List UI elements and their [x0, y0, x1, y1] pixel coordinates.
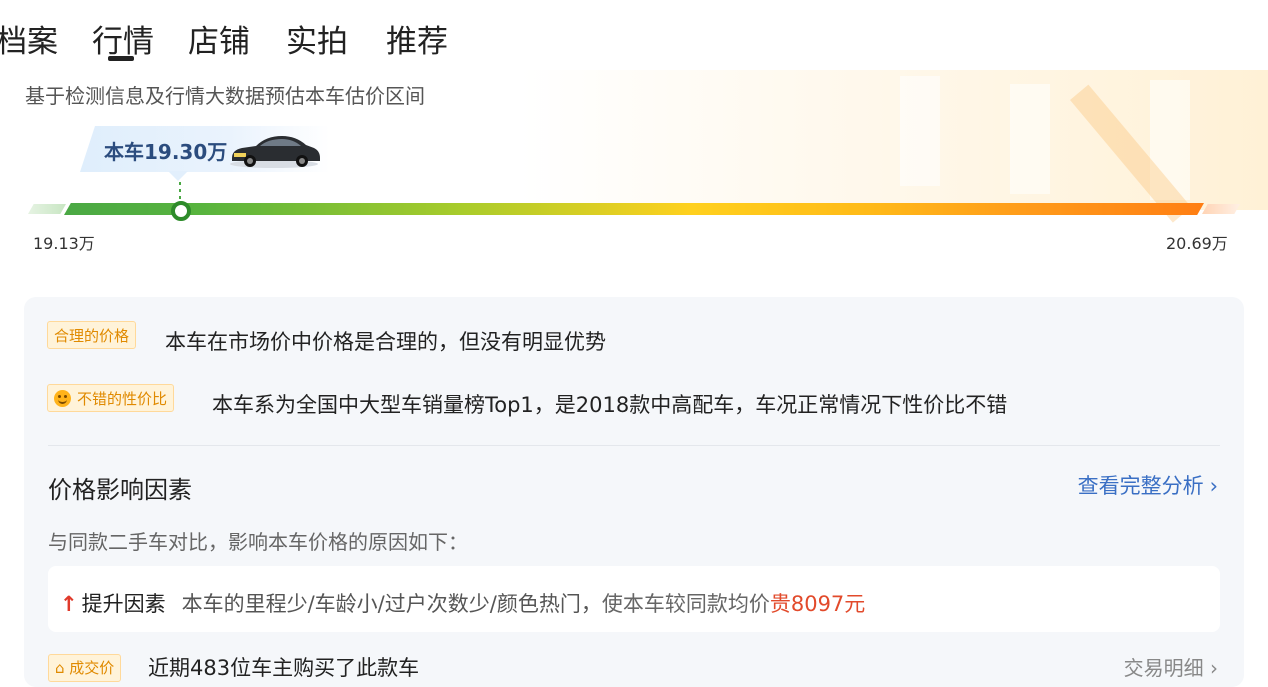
tab-market[interactable]: 行情: [92, 16, 154, 61]
increase-factor-row: ↑ 提升因素 本车的里程少/车龄小/过户次数少/颜色热门，使本车较同款均价贵8097…: [60, 588, 865, 618]
deal-price-badge: ⌂ 成交价: [48, 654, 122, 682]
price-factors-description: 与同款二手车对比，影响本车价格的原因如下：: [48, 530, 468, 554]
car-icon: [230, 136, 320, 168]
bar-right-cap: [1202, 204, 1240, 214]
reasonable-price-text: 本车在市场价中价格是合理的，但没有明显优势: [165, 330, 606, 354]
background-decoration: [900, 76, 940, 186]
tab-dealer[interactable]: 店铺: [188, 16, 250, 61]
smile-icon: [54, 390, 71, 407]
bar-gradient: [64, 203, 1204, 215]
estimate-subtitle: 基于检测信息及行情大数据预估本车估价区间: [25, 84, 425, 108]
active-tab-underline: [108, 56, 134, 61]
increase-factor-result: 使本车较同款均价: [601, 592, 770, 616]
transaction-details-link[interactable]: 交易明细 ›: [1124, 652, 1218, 681]
tab-photos[interactable]: 实拍: [286, 16, 348, 61]
range-max-label: 20.69万: [1166, 234, 1228, 253]
price-factors-title: 价格影响因素: [48, 476, 192, 504]
bubble-pointer: [168, 171, 188, 181]
value-badge: 不错的性价比: [47, 384, 175, 412]
chevron-right-icon: ›: [1209, 474, 1218, 498]
car-price-marker: [171, 201, 191, 221]
range-min-label: 19.13万: [33, 234, 95, 253]
arrow-up-icon: ↑: [60, 592, 78, 616]
increase-factor-items: 本车的里程少/车龄小/过户次数少/颜色热门，: [181, 592, 602, 616]
deal-row: ⌂ 成交价 近期483位车主购买了此款车 交易明细 ›: [48, 650, 1220, 682]
tab-archive[interactable]: 档案: [0, 16, 58, 61]
increase-factor-amount: 贵8097元: [769, 592, 866, 616]
deal-count-text: 近期483位车主购买了此款车: [148, 656, 420, 680]
bar-left-cap: [28, 204, 66, 214]
value-text: 本车系为全国中大型车销量榜Top1，是2018款中高配车，车况正常情况下性价比不…: [212, 393, 1008, 417]
tab-recommend[interactable]: 推荐: [386, 16, 448, 61]
background-decoration: [1010, 84, 1050, 194]
price-range-bar: [24, 200, 1244, 218]
increase-factor-label: 提升因素: [81, 592, 166, 616]
divider: [48, 445, 1220, 446]
marker-connector: [179, 182, 181, 202]
view-full-analysis-link[interactable]: 查看完整分析 ›: [1078, 470, 1218, 500]
reasonable-price-badge: 合理的价格: [47, 321, 137, 349]
car-price-label: 本车19.30万: [104, 140, 228, 164]
